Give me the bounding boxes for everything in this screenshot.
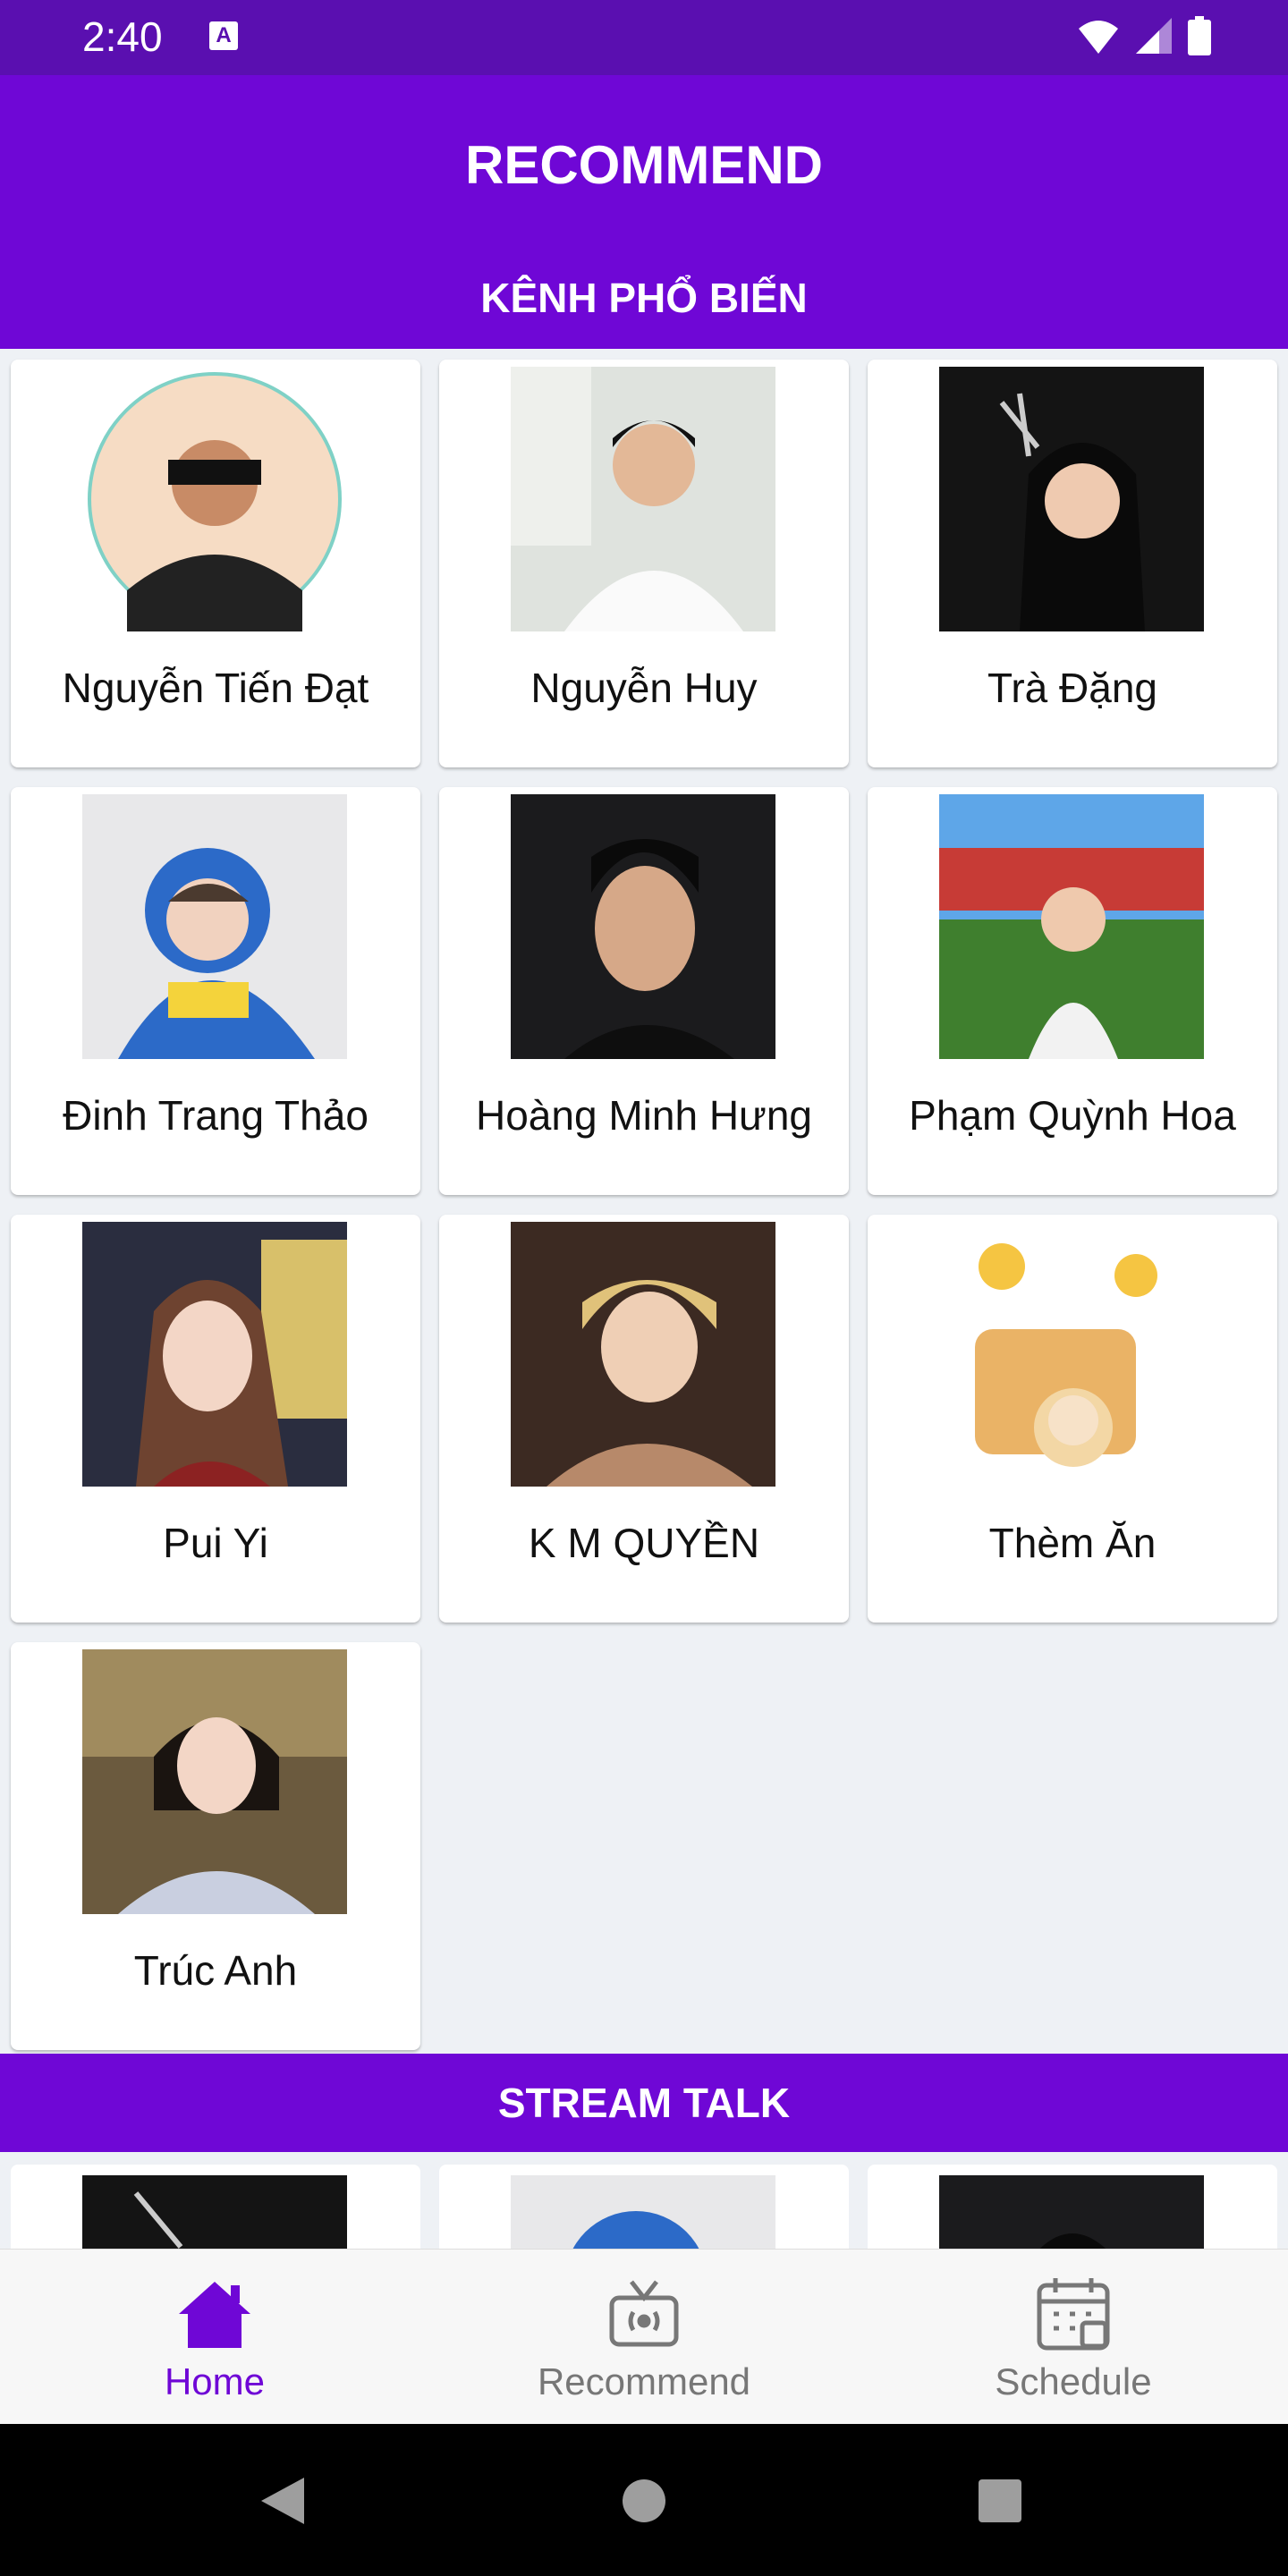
channel-avatar xyxy=(939,367,1204,631)
nav-home-label: Home xyxy=(164,2360,266,2402)
channel-card[interactable]: Trà Đặng xyxy=(868,360,1277,767)
channel-card[interactable]: Hoàng Minh Hưng xyxy=(439,787,849,1195)
channel-avatar xyxy=(511,794,775,1059)
channel-avatar xyxy=(82,794,347,1059)
channel-avatar xyxy=(939,1222,1204,1487)
home-circle-icon[interactable] xyxy=(621,2478,667,2524)
home-icon xyxy=(179,2282,250,2348)
channel-name: Trà Đặng xyxy=(987,665,1158,711)
channel-card[interactable]: Nguyễn Huy xyxy=(439,360,849,767)
status-icons xyxy=(1077,16,1211,55)
calendar-icon xyxy=(1037,2278,1110,2351)
back-icon[interactable] xyxy=(259,2476,306,2526)
stream-card[interactable] xyxy=(439,2165,849,2249)
nav-schedule-label: Schedule xyxy=(995,2360,1152,2402)
signal-icon xyxy=(1136,18,1172,54)
stream-card[interactable] xyxy=(868,2165,1277,2249)
channel-name: Hoàng Minh Hưng xyxy=(476,1092,812,1139)
stream-talk-header: STREAM TALK xyxy=(0,2054,1288,2152)
channel-avatar xyxy=(511,1222,775,1487)
page-title: RECOMMEND xyxy=(465,135,823,195)
channel-card[interactable]: Pui Yi xyxy=(11,1215,420,1623)
notification-a-icon: A xyxy=(209,21,238,50)
channel-name: K M QUYỀN xyxy=(528,1520,760,1566)
channel-card[interactable]: Thèm Ăn xyxy=(868,1215,1277,1623)
channel-name: Đinh Trang Thảo xyxy=(63,1092,369,1139)
channel-name: Trúc Anh xyxy=(133,1947,298,1994)
stream-talk-row xyxy=(0,2152,1288,2249)
nav-schedule[interactable]: Schedule xyxy=(859,2250,1288,2425)
system-navigation-bar xyxy=(0,2424,1288,2576)
channel-avatar xyxy=(939,794,1204,1059)
channel-card[interactable]: Đinh Trang Thảo xyxy=(11,787,420,1195)
stream-thumbnail xyxy=(82,2175,347,2249)
channel-card[interactable]: K M QUYỀN xyxy=(439,1215,849,1623)
channel-name: Pui Yi xyxy=(163,1520,268,1566)
overview-icon[interactable] xyxy=(977,2478,1023,2524)
channel-card[interactable]: Trúc Anh xyxy=(11,1642,420,2050)
channel-avatar xyxy=(511,367,775,631)
stream-thumbnail xyxy=(511,2175,775,2249)
status-time: 2:40 xyxy=(82,13,163,60)
status-bar: 2:40 A xyxy=(0,0,1288,75)
nav-recommend-label: Recommend xyxy=(537,2360,751,2402)
app-bar: RECOMMEND KÊNH PHỔ BIẾN xyxy=(0,75,1288,349)
stream-thumbnail xyxy=(939,2175,1204,2249)
nav-home[interactable]: Home xyxy=(0,2250,429,2425)
channel-avatar xyxy=(82,1649,347,1914)
popular-channels-heading: KÊNH PHỔ BIẾN xyxy=(480,275,808,321)
channel-name: Thèm Ăn xyxy=(988,1520,1157,1566)
nav-recommend[interactable]: Recommend xyxy=(429,2250,859,2425)
channel-name: Phạm Quỳnh Hoa xyxy=(909,1092,1236,1139)
stream-card[interactable] xyxy=(11,2165,420,2249)
battery-icon xyxy=(1188,16,1211,55)
channel-card[interactable]: Phạm Quỳnh Hoa xyxy=(868,787,1277,1195)
channel-name: Nguyễn Tiến Đạt xyxy=(62,665,369,711)
channel-name: Nguyễn Huy xyxy=(530,665,758,711)
tv-icon xyxy=(609,2280,679,2347)
channel-grid: Nguyễn Tiến Đạt Nguyễn Huy Trà Đặng Đinh… xyxy=(0,349,1288,2054)
channel-avatar xyxy=(82,367,347,631)
wifi-icon xyxy=(1079,21,1118,54)
channel-avatar xyxy=(82,1222,347,1487)
stream-talk-title: STREAM TALK xyxy=(497,2080,791,2126)
channel-card[interactable]: Nguyễn Tiến Đạt xyxy=(11,360,420,767)
bottom-navigation: Home Recommend Schedule xyxy=(0,2249,1288,2425)
